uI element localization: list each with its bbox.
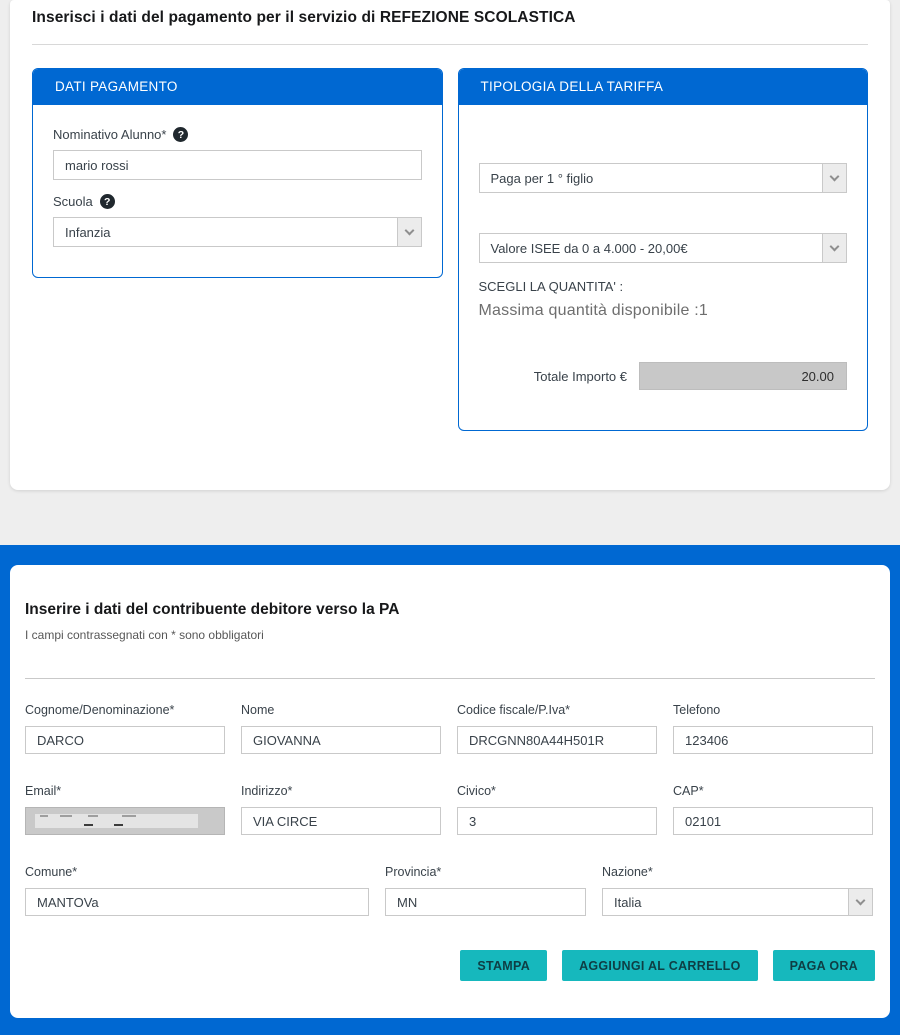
surname-field-group: Cognome/Denominazione* xyxy=(25,703,225,754)
zip-field-group: CAP* xyxy=(673,784,873,835)
firstname-label: Nome xyxy=(241,703,441,717)
nation-select-value: Italia xyxy=(614,895,641,910)
street-number-label: Civico* xyxy=(457,784,657,798)
zip-label: CAP* xyxy=(673,784,873,798)
email-field-group: Email* xyxy=(25,784,225,835)
payment-panel-title: DATI PAGAMENTO xyxy=(33,69,442,105)
school-select[interactable]: Infanzia xyxy=(53,217,422,247)
firstname-input[interactable] xyxy=(241,726,441,754)
total-amount-field: 20.00 xyxy=(639,362,847,390)
school-select-value: Infanzia xyxy=(65,225,111,240)
student-name-label-row: Nominativo Alunno* ? xyxy=(53,127,422,142)
debtor-form-row: Comune* Provincia* Nazione* Italia xyxy=(25,865,875,916)
student-name-label: Nominativo Alunno* xyxy=(53,127,166,142)
street-number-input[interactable] xyxy=(457,807,657,835)
fiscal-code-input[interactable] xyxy=(457,726,657,754)
child-number-select-arrow-box[interactable] xyxy=(822,164,846,192)
redaction-mark xyxy=(114,824,123,826)
firstname-field-group: Nome xyxy=(241,703,441,754)
chevron-down-icon xyxy=(404,225,414,235)
chevron-down-icon xyxy=(856,895,866,905)
print-button[interactable]: STAMPA xyxy=(460,950,547,981)
school-label-row: Scuola ? xyxy=(53,194,422,209)
province-input[interactable] xyxy=(385,888,586,916)
isee-tariff-select-value: Valore ISEE da 0 a 4.000 - 20,00€ xyxy=(491,241,688,256)
fiscal-code-label: Codice fiscale/P.Iva* xyxy=(457,703,657,717)
max-quantity-text: Massima quantità disponibile :1 xyxy=(479,302,848,320)
child-number-select-value: Paga per 1 ° figlio xyxy=(491,171,594,186)
payment-entry-card: Inserisci i dati del pagamento per il se… xyxy=(10,0,890,490)
quantity-label: SCEGLI LA QUANTITA' : xyxy=(479,279,848,294)
surname-input[interactable] xyxy=(25,726,225,754)
city-input[interactable] xyxy=(25,888,369,916)
nation-select[interactable]: Italia xyxy=(602,888,873,916)
phone-input[interactable] xyxy=(673,726,873,754)
phone-label: Telefono xyxy=(673,703,873,717)
child-number-select[interactable]: Paga per 1 ° figlio xyxy=(479,163,848,193)
card-header: Inserisci i dati del pagamento per il se… xyxy=(10,0,890,27)
help-icon[interactable]: ? xyxy=(100,194,115,209)
section-spacer xyxy=(0,490,900,545)
debtor-form-row: Email* Indirizzo* Civico* xyxy=(25,784,875,835)
debtor-form-row: Cognome/Denominazione* Nome Codice fisca… xyxy=(25,703,875,754)
pay-now-button[interactable]: PAGA ORA xyxy=(773,950,875,981)
province-field-group: Provincia* xyxy=(385,865,586,916)
fiscal-code-field-group: Codice fiscale/P.Iva* xyxy=(457,703,657,754)
school-label: Scuola xyxy=(53,194,93,209)
redaction-mark xyxy=(84,824,93,826)
email-field-redacted xyxy=(25,807,225,835)
student-name-input[interactable] xyxy=(53,150,422,180)
debtor-data-card: Inserire i dati del contribuente debitor… xyxy=(10,565,890,1018)
panels-row: DATI PAGAMENTO Nominativo Alunno* ? Scuo… xyxy=(10,45,890,431)
nation-field-group: Nazione* Italia xyxy=(602,865,873,916)
add-to-cart-button[interactable]: AGGIUNGI AL CARRELLO xyxy=(562,950,758,981)
help-icon[interactable]: ? xyxy=(173,127,188,142)
required-fields-note: I campi contrassegnati con * sono obblig… xyxy=(25,628,875,642)
email-label: Email* xyxy=(25,784,225,798)
surname-label: Cognome/Denominazione* xyxy=(25,703,225,717)
phone-field-group: Telefono xyxy=(673,703,873,754)
total-amount-label: Totale Importo € xyxy=(534,369,627,384)
total-amount-row: Totale Importo € 20.00 xyxy=(479,362,848,390)
debtor-divider xyxy=(25,678,875,679)
tariff-type-panel: TIPOLOGIA DELLA TARIFFA Paga per 1 ° fig… xyxy=(458,68,869,431)
province-label: Provincia* xyxy=(385,865,586,879)
isee-tariff-select-arrow-box[interactable] xyxy=(822,234,846,262)
payment-data-panel: DATI PAGAMENTO Nominativo Alunno* ? Scuo… xyxy=(32,68,443,278)
payment-panel-body: Nominativo Alunno* ? Scuola ? Infanzia xyxy=(33,105,442,277)
debtor-section-band: Inserire i dati del contribuente debitor… xyxy=(0,545,900,1035)
zip-input[interactable] xyxy=(673,807,873,835)
chevron-down-icon xyxy=(830,171,840,181)
tariff-panel-body: Paga per 1 ° figlio Valore ISEE da 0 a 4… xyxy=(459,105,868,430)
page-title: Inserisci i dati del pagamento per il se… xyxy=(32,9,868,27)
city-field-group: Comune* xyxy=(25,865,369,916)
nation-label: Nazione* xyxy=(602,865,873,879)
school-select-arrow-box[interactable] xyxy=(397,218,421,246)
address-field-group: Indirizzo* xyxy=(241,784,441,835)
tariff-panel-title: TIPOLOGIA DELLA TARIFFA xyxy=(459,69,868,105)
nation-select-arrow-box[interactable] xyxy=(848,889,872,915)
city-label: Comune* xyxy=(25,865,369,879)
chevron-down-icon xyxy=(830,241,840,251)
isee-tariff-select[interactable]: Valore ISEE da 0 a 4.000 - 20,00€ xyxy=(479,233,848,263)
street-number-field-group: Civico* xyxy=(457,784,657,835)
address-input[interactable] xyxy=(241,807,441,835)
address-label: Indirizzo* xyxy=(241,784,441,798)
debtor-section-title: Inserire i dati del contribuente debitor… xyxy=(25,601,875,619)
action-buttons-row: STAMPA AGGIUNGI AL CARRELLO PAGA ORA xyxy=(25,950,875,981)
